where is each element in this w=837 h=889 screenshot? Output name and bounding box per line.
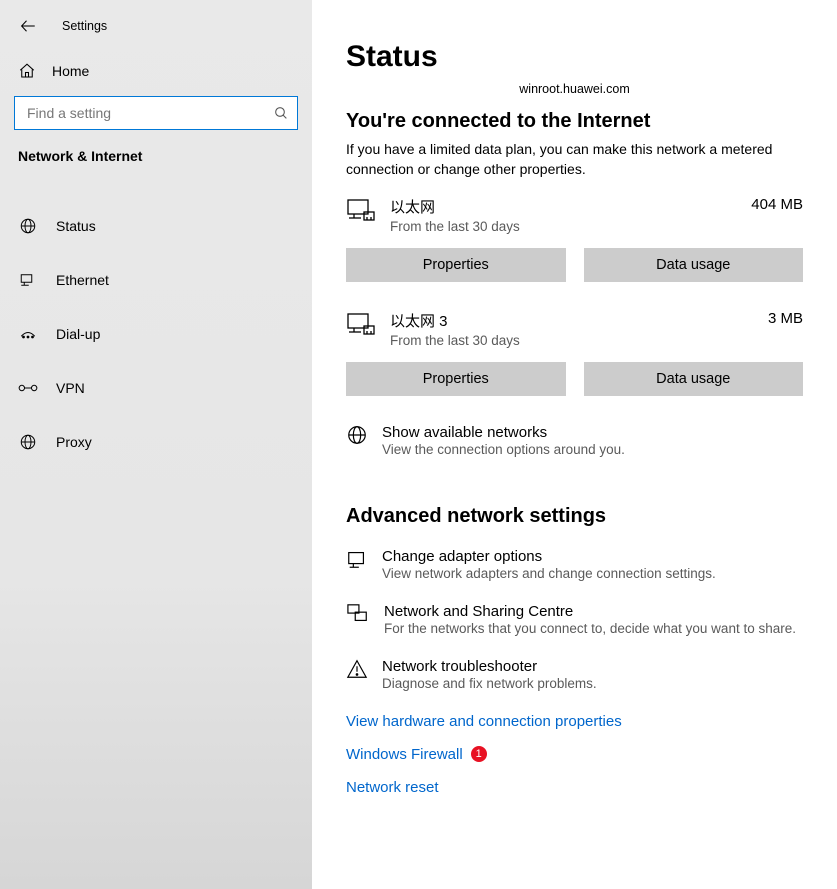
sidebar-item-ethernet[interactable]: Ethernet: [0, 258, 312, 302]
sidebar-item-label: Status: [56, 218, 96, 234]
arrow-left-icon: [19, 17, 37, 35]
sidebar-home[interactable]: Home: [0, 52, 312, 90]
search-input[interactable]: [25, 104, 273, 122]
notification-badge: 1: [471, 746, 487, 762]
network-name: 以太网: [390, 196, 739, 217]
home-icon: [18, 62, 36, 80]
sharing-icon: [346, 603, 370, 625]
page-title: Status: [346, 40, 803, 74]
adv-item-title: Network troubleshooter: [382, 658, 597, 675]
proxy-icon: [18, 432, 38, 452]
network-sharing-centre[interactable]: Network and Sharing Centre For the netwo…: [346, 603, 803, 636]
network-sub: From the last 30 days: [390, 219, 739, 234]
dialup-icon: [18, 324, 38, 344]
adv-item-title: Network and Sharing Centre: [384, 603, 796, 620]
sidebar: Settings Home Network & Internet Status: [0, 0, 312, 889]
sidebar-item-dialup[interactable]: Dial-up: [0, 312, 312, 356]
show-networks-title: Show available networks: [382, 424, 625, 441]
sidebar-item-label: VPN: [56, 380, 85, 396]
advanced-heading: Advanced network settings: [346, 505, 803, 528]
adv-item-sub: For the networks that you connect to, de…: [384, 621, 796, 636]
sidebar-nav: Status Ethernet Dial-up: [0, 180, 312, 464]
link-label: View hardware and connection properties: [346, 713, 622, 730]
adv-item-sub: View network adapters and change connect…: [382, 566, 716, 581]
connected-title: You're connected to the Internet: [346, 110, 803, 133]
sidebar-item-label: Ethernet: [56, 272, 109, 288]
properties-button[interactable]: Properties: [346, 248, 566, 282]
search-box[interactable]: [14, 96, 298, 130]
warning-triangle-icon: [346, 658, 368, 680]
properties-button[interactable]: Properties: [346, 362, 566, 396]
change-adapter-options[interactable]: Change adapter options View network adap…: [346, 548, 803, 581]
header-title: Settings: [62, 19, 107, 33]
main-content: Status winroot.huawei.com You're connect…: [312, 0, 837, 889]
globe-icon: [18, 216, 38, 236]
domain-label: winroot.huawei.com: [346, 82, 803, 96]
sidebar-item-vpn[interactable]: VPN: [0, 366, 312, 410]
connected-desc: If you have a limited data plan, you can…: [346, 139, 803, 180]
data-usage-button[interactable]: Data usage: [584, 362, 804, 396]
network-name: 以太网 3: [390, 310, 756, 331]
network-troubleshooter[interactable]: Network troubleshooter Diagnose and fix …: [346, 658, 803, 691]
header-bar: Settings: [0, 8, 312, 52]
show-available-networks[interactable]: Show available networks View the connect…: [346, 424, 803, 457]
data-usage-button[interactable]: Data usage: [584, 248, 804, 282]
sidebar-home-label: Home: [52, 63, 89, 79]
sidebar-category: Network & Internet: [0, 144, 312, 180]
sidebar-item-status[interactable]: Status: [0, 204, 312, 248]
network-block: 以太网 3 From the last 30 days 3 MB Propert…: [346, 310, 803, 396]
link-label: Windows Firewall: [346, 746, 463, 763]
link-hardware-properties[interactable]: View hardware and connection properties: [346, 713, 803, 730]
network-usage: 3 MB: [756, 310, 803, 327]
monitor-ethernet-icon: [346, 310, 382, 338]
sidebar-item-label: Proxy: [56, 434, 92, 450]
link-network-reset[interactable]: Network reset: [346, 779, 803, 796]
sidebar-item-proxy[interactable]: Proxy: [0, 420, 312, 464]
network-block: 以太网 From the last 30 days 404 MB Propert…: [346, 196, 803, 282]
vpn-icon: [18, 378, 38, 398]
monitor-ethernet-icon: [346, 196, 382, 224]
adapter-icon: [346, 548, 368, 570]
globe-icon: [346, 424, 368, 446]
search-icon: [273, 105, 289, 121]
sidebar-item-label: Dial-up: [56, 326, 100, 342]
network-usage: 404 MB: [739, 196, 803, 213]
show-networks-sub: View the connection options around you.: [382, 442, 625, 457]
link-windows-firewall[interactable]: Windows Firewall 1: [346, 746, 803, 763]
back-button[interactable]: [16, 14, 40, 38]
adv-item-sub: Diagnose and fix network problems.: [382, 676, 597, 691]
network-sub: From the last 30 days: [390, 333, 756, 348]
adv-item-title: Change adapter options: [382, 548, 716, 565]
link-label: Network reset: [346, 779, 439, 796]
ethernet-icon: [18, 270, 38, 290]
